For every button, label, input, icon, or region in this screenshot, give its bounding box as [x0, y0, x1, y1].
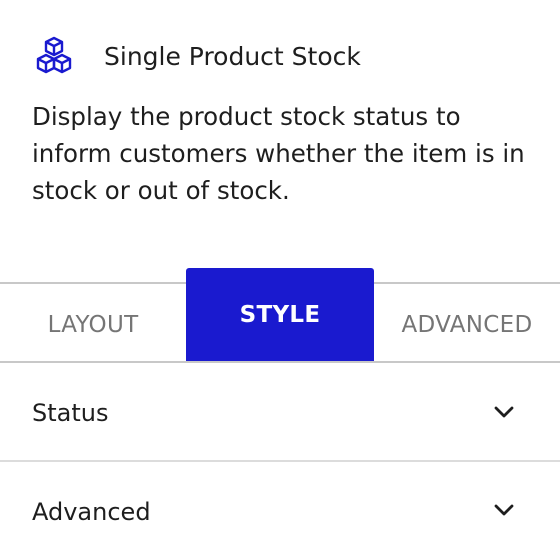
block-inspector-panel: Single Product Stock Display the product…	[0, 0, 560, 560]
panel-section-status[interactable]: Status	[0, 364, 560, 461]
block-title: Single Product Stock	[104, 42, 361, 71]
tab-style[interactable]: STYLE	[186, 268, 374, 363]
inspector-tabs: LAYOUT STYLE ADVANCED	[0, 268, 560, 363]
tab-layout[interactable]: LAYOUT	[0, 283, 186, 361]
block-description: Display the product stock status to info…	[32, 102, 525, 205]
tabs-bottom-divider	[0, 361, 560, 363]
tab-advanced[interactable]: ADVANCED	[374, 283, 560, 361]
chevron-down-icon[interactable]	[492, 502, 516, 518]
chevron-down-icon[interactable]	[492, 404, 516, 420]
panel-section-advanced[interactable]: Advanced	[0, 462, 560, 559]
blocks-cubes-icon	[32, 34, 78, 80]
block-card-header: Single Product Stock	[32, 34, 361, 80]
section-label-advanced: Advanced	[32, 498, 151, 526]
section-label-status: Status	[32, 399, 109, 427]
